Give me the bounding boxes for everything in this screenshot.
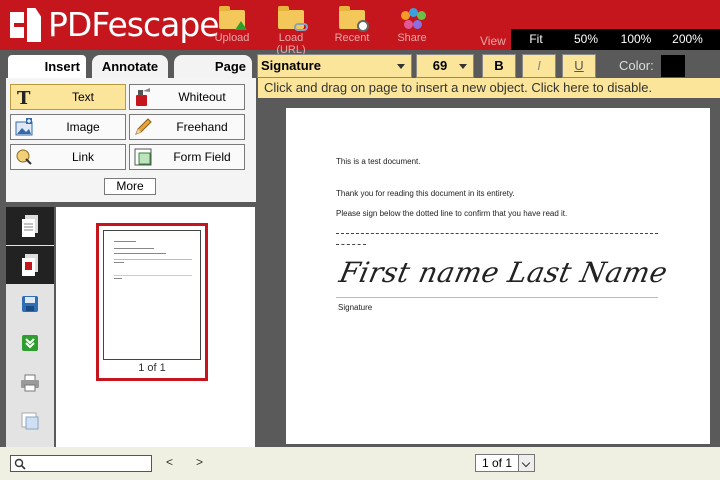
text-tool-label: Text: [71, 90, 94, 104]
left-sidebar: [6, 207, 54, 447]
pencil-icon: [133, 117, 153, 137]
tab-insert[interactable]: Insert: [8, 55, 86, 78]
recent-button[interactable]: Recent: [324, 6, 380, 44]
insert-hint-bar[interactable]: Click and drag on page to insert a new o…: [258, 78, 720, 98]
whiteout-tool-label: Whiteout: [178, 90, 226, 104]
thumbnail-panel: 1 of 1: [56, 207, 255, 447]
dotted-line: [336, 233, 658, 234]
thumbnail-page-preview: [103, 230, 201, 360]
prev-result-button[interactable]: <: [166, 455, 173, 469]
link-tool-button[interactable]: Link: [10, 144, 126, 170]
pdf-document-icon: [22, 254, 38, 276]
view-label: View: [480, 34, 506, 48]
color-label: Color:: [619, 58, 654, 73]
image-tool-label: Image: [66, 120, 100, 134]
app-header: PDFescape Upload Load (URL) Recent Share…: [0, 0, 720, 56]
doc-line-2: Thank you for reading this document in i…: [336, 189, 515, 198]
font-family-value: Signature: [261, 58, 321, 73]
download-icon: [22, 335, 38, 351]
underline-button[interactable]: U: [562, 54, 596, 78]
save-disk-icon: [22, 296, 38, 312]
dotted-line-end: [336, 244, 366, 245]
form-field-tool-button[interactable]: Form Field: [129, 144, 245, 170]
printer-icon: [21, 374, 39, 392]
color-picker[interactable]: [661, 55, 685, 77]
page-thumbnail[interactable]: 1 of 1: [96, 223, 208, 381]
tab-page[interactable]: Page: [174, 55, 252, 78]
search-input[interactable]: [31, 456, 149, 471]
pdfescape-logo[interactable]: PDFescape: [8, 5, 220, 44]
insert-panel: T Text Whiteout Image Freehand Link Form…: [6, 78, 256, 202]
pdf-view-button[interactable]: [6, 246, 54, 284]
logo-text: PDFescape: [48, 5, 220, 44]
search-box: [10, 455, 152, 472]
page-properties-button[interactable]: [6, 402, 54, 440]
share-label: Share: [397, 32, 427, 44]
form-field-tool-label: Form Field: [173, 150, 231, 164]
font-size-select[interactable]: 69: [416, 54, 474, 78]
tab-annotate[interactable]: Annotate: [92, 55, 168, 78]
whiteout-icon: [133, 87, 153, 107]
download-button[interactable]: [6, 324, 54, 362]
page-select[interactable]: 1 of 1: [475, 454, 535, 472]
font-caret-icon: [397, 64, 405, 69]
signature-label: Signature: [338, 303, 373, 312]
pages-view-button[interactable]: [6, 207, 54, 245]
zoom-200[interactable]: 200%: [661, 29, 714, 50]
save-button[interactable]: [6, 285, 54, 323]
page-select-value: 1 of 1: [482, 456, 513, 470]
signature-line: [336, 297, 658, 298]
search-icon: [14, 458, 26, 470]
recent-label: Recent: [334, 32, 370, 44]
font-size-caret-icon: [459, 64, 467, 69]
next-result-button[interactable]: >: [196, 455, 203, 469]
upload-button[interactable]: Upload: [204, 6, 260, 44]
thumbnail-page-label: 1 of 1: [138, 362, 166, 374]
share-people-icon: [397, 6, 427, 30]
load-url-label: Load (URL): [276, 32, 306, 56]
share-button[interactable]: Share: [384, 6, 440, 44]
italic-button[interactable]: I: [522, 54, 556, 78]
font-size-value: 69: [432, 58, 448, 73]
font-family-select[interactable]: Signature: [257, 54, 412, 78]
more-tools-button[interactable]: More: [104, 178, 156, 195]
upload-folder-icon: [217, 6, 247, 30]
load-url-folder-icon: [276, 6, 308, 31]
document-page[interactable]: This is a test document. Thank you for r…: [286, 108, 710, 444]
svg-text:T: T: [17, 88, 31, 107]
panel-tabs: Insert Annotate Page: [0, 50, 256, 78]
image-icon: [14, 117, 34, 137]
print-button[interactable]: [6, 363, 54, 401]
bold-button[interactable]: B: [482, 54, 516, 78]
text-tool-button[interactable]: T Text: [10, 84, 126, 110]
zoom-bar: Fit 50% 100% 200%: [511, 29, 720, 50]
zoom-fit[interactable]: Fit: [511, 29, 561, 50]
freehand-tool-label: Freehand: [176, 120, 228, 134]
page-properties-icon: [21, 412, 39, 430]
format-toolbar: Signature 69 B I U Color:: [256, 54, 720, 78]
page-select-chevron-icon: [518, 455, 534, 471]
link-icon: [14, 147, 34, 167]
doc-line-3: Please sign below the dotted line to con…: [336, 209, 568, 218]
doc-line-1: This is a test document.: [336, 157, 421, 166]
freehand-tool-button[interactable]: Freehand: [129, 114, 245, 140]
whiteout-tool-button[interactable]: Whiteout: [129, 84, 245, 110]
upload-label: Upload: [214, 32, 250, 44]
image-tool-button[interactable]: Image: [10, 114, 126, 140]
logo-mark-icon: [8, 8, 42, 42]
recent-folder-icon: [337, 6, 369, 32]
bottom-bar: < > 1 of 1: [0, 447, 720, 480]
zoom-100[interactable]: 100%: [611, 29, 661, 50]
load-url-button[interactable]: Load (URL): [263, 6, 319, 56]
signature-text[interactable]: First name Last Name: [336, 256, 670, 289]
pages-icon: [22, 215, 38, 237]
form-field-icon: [133, 147, 153, 167]
zoom-50[interactable]: 50%: [561, 29, 611, 50]
link-tool-label: Link: [71, 150, 94, 164]
text-tool-icon: T: [14, 87, 34, 109]
